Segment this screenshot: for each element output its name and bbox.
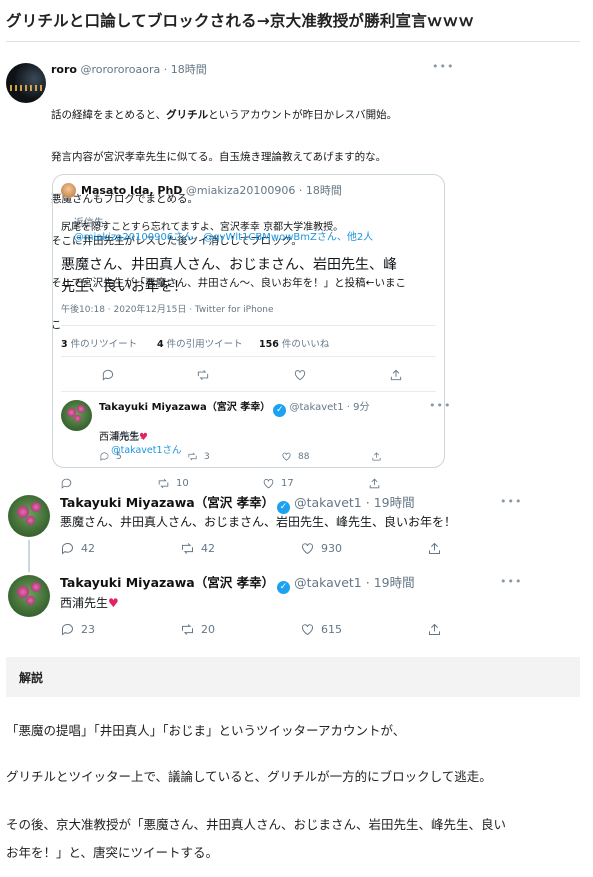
paragraph: グリチルとツイッター上で、議論していると、グリチルが一方的にブロックして逃走。	[6, 769, 492, 784]
share-button[interactable]	[368, 477, 381, 490]
tweet-header: Masato Ida, PhD @miakiza20100906 · 18時間	[81, 184, 342, 197]
like-icon[interactable]	[293, 368, 307, 382]
verified-badge-icon: ✓	[277, 581, 291, 594]
tweet-meta[interactable]: 午後10:18 · 2020年12月15日 · Twitter for iPho…	[61, 303, 274, 317]
timestamp[interactable]: 18時間	[171, 63, 207, 76]
timestamp[interactable]: 9分	[353, 402, 369, 413]
avatar[interactable]	[8, 575, 50, 617]
verified-badge-icon: ✓	[273, 404, 287, 417]
retweet-button[interactable]: 20	[180, 622, 215, 637]
paragraph: お年を！」と、唐突にツイートする。	[6, 845, 219, 860]
retweet-button[interactable]: 42	[180, 541, 215, 556]
display-name[interactable]: Masato Ida, PhD	[81, 184, 182, 197]
handle[interactable]: @takavet1	[294, 575, 362, 590]
reply-button[interactable]: 42	[60, 541, 95, 556]
timestamp[interactable]: 18時間	[306, 184, 342, 197]
tweet-line: 発言内容が宮沢孝幸先生に似てる。自玉焼き理論教えてあげます的な。	[51, 151, 387, 163]
tweet-text-large: 先生、良いお年を！	[61, 279, 187, 295]
timestamp[interactable]: 19時間	[374, 495, 415, 510]
handle[interactable]: @rorororoaora	[80, 63, 160, 76]
tweet-text: 西浦先生♥	[99, 432, 148, 443]
reply-icon[interactable]	[101, 368, 115, 382]
heart-emoji-icon: ♥	[139, 432, 148, 443]
quote-count[interactable]: 4 件の引用ツイート	[157, 336, 243, 350]
verified-badge-icon: ✓	[277, 501, 291, 514]
display-name[interactable]: Takayuki Miyazawa（宮沢 孝幸）	[99, 402, 270, 413]
tweet-header: Takayuki Miyazawa（宮沢 孝幸） ✓ @takavet1 · 19…	[60, 575, 415, 594]
handle[interactable]: @takavet1	[289, 402, 343, 413]
more-options-icon[interactable]: •••	[429, 399, 451, 412]
display-name[interactable]: roro	[51, 63, 77, 76]
paragraph: 「悪魔の提唱」「井田真人」「おじま」というツイッターアカウントが、	[6, 723, 406, 738]
paragraph: その後、京大准教授が「悪魔さん、井田真人さん、おじまさん、岩田先生、峰先生、良い	[6, 817, 507, 832]
share-button[interactable]	[427, 622, 442, 637]
handle[interactable]: @miakiza20100906	[186, 184, 295, 197]
retweet-count[interactable]: 3 件のリツイート	[61, 336, 137, 350]
retweet-button[interactable]: 3	[187, 451, 210, 462]
display-name[interactable]: Takayuki Miyazawa（宮沢 孝幸）	[60, 575, 274, 590]
section-heading: 解説	[19, 671, 44, 685]
tweet-header: Takayuki Miyazawa（宮沢 孝幸） ✓ @takavet1 · 19…	[60, 495, 415, 514]
heart-emoji-icon: ♥	[108, 596, 119, 610]
share-button[interactable]	[427, 541, 442, 556]
tweet-header: roro @rorororoaora · 18時間	[51, 63, 207, 76]
avatar[interactable]	[61, 400, 92, 431]
share-icon[interactable]	[389, 368, 403, 382]
share-button[interactable]	[371, 451, 382, 462]
reply-button[interactable]: 5	[99, 451, 122, 462]
divider	[61, 391, 436, 392]
tweet-text: 西浦先生♥	[60, 596, 119, 610]
like-button[interactable]: 930	[300, 541, 342, 556]
tweet-text-large: 悪魔さん、井田真人さん、おじまさん、岩田先生、峰	[61, 257, 397, 273]
retweet-icon[interactable]	[196, 368, 210, 382]
reply-button[interactable]	[60, 477, 73, 490]
tweet-text: 悪魔さん、井田真人さん、おじまさん、岩田先生、峰先生、良いお年を！	[60, 515, 457, 529]
like-count[interactable]: 156 件のいいね	[259, 336, 329, 350]
divider	[61, 356, 436, 357]
avatar[interactable]	[8, 495, 50, 537]
avatar[interactable]	[6, 63, 46, 103]
title-divider	[6, 41, 580, 42]
quoted-tweet-card[interactable]: Masato Ida, PhD @miakiza20100906 · 18時間 …	[52, 174, 450, 468]
more-options-icon[interactable]: •••	[500, 495, 522, 508]
handle[interactable]: @takavet1	[294, 495, 362, 510]
article-title: グリチルと口論してブロックされる→京大准教授が勝利宣言ｗｗｗ	[6, 12, 475, 30]
like-button[interactable]: 615	[300, 622, 342, 637]
avatar[interactable]	[61, 183, 76, 198]
display-name[interactable]: Takayuki Miyazawa（宮沢 孝幸）	[60, 495, 274, 510]
thread-connector	[28, 540, 30, 572]
retweet-button[interactable]: 10	[157, 477, 189, 490]
tweet-line: 話の経緯をまとめると、グリチルというアカウントが昨日かレスバ開始。	[51, 109, 398, 121]
reply-button[interactable]: 23	[60, 622, 95, 637]
more-options-icon[interactable]: •••	[432, 60, 454, 73]
tweet-header: Takayuki Miyazawa（宮沢 孝幸） ✓ @takavet1 · 9分	[99, 402, 370, 417]
explanation-header: 解説	[6, 657, 580, 697]
more-options-icon[interactable]: •••	[500, 575, 522, 588]
like-button[interactable]: 17	[262, 477, 294, 490]
timestamp[interactable]: 19時間	[374, 575, 415, 590]
divider	[61, 325, 436, 326]
like-button[interactable]: 88	[281, 451, 309, 462]
tweet-text: 尻尾を隠すことすら忘れてますよ、宮沢孝幸 京都大学准教授。	[61, 222, 344, 233]
